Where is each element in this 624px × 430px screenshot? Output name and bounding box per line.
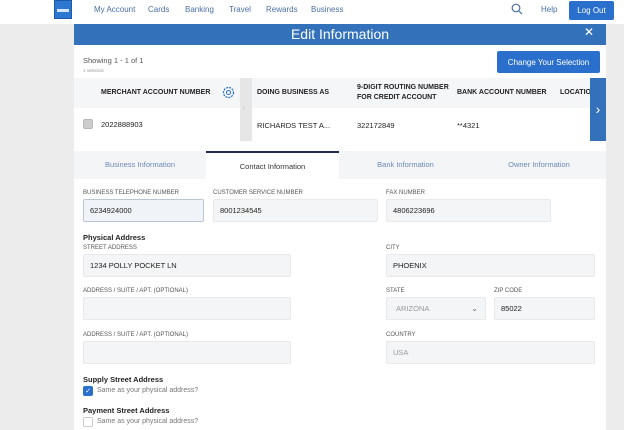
payment-same-checkbox[interactable] — [83, 417, 93, 427]
label-business-phone: BUSINESS TELEPHONE NUMBER — [83, 190, 179, 196]
th-merchant: MERCHANT ACCOUNT NUMBER — [101, 89, 211, 96]
label-street: STREET ADDRESS — [83, 245, 137, 251]
supply-same-checkbox[interactable]: ✓ — [83, 386, 93, 396]
customer-service-input[interactable]: 8001234545 — [213, 199, 378, 222]
payment-address-heading: Payment Street Address — [83, 406, 170, 415]
country-input[interactable]: USA — [386, 341, 595, 364]
state-value: ARIZONA — [396, 304, 430, 313]
chevron-down-icon: ⌄ — [471, 304, 478, 313]
label-city: CITY — [386, 245, 400, 251]
row-checkbox[interactable] — [83, 119, 93, 129]
modal-title: Edit Information — [74, 24, 606, 45]
label-fax: FAX NUMBER — [386, 190, 426, 196]
cell-bank: **4321 — [457, 121, 480, 130]
city-input[interactable]: PHOENIX — [386, 254, 595, 277]
nav-help[interactable]: Help — [541, 5, 557, 14]
fax-input[interactable]: 4806223696 — [386, 199, 551, 222]
label-country: COUNTRY — [386, 332, 416, 338]
state-select[interactable]: ARIZONA ⌄ — [386, 297, 486, 320]
logout-button[interactable]: Log Out — [569, 1, 614, 20]
cell-routing: 322172849 — [357, 121, 395, 130]
close-icon[interactable]: ✕ — [584, 25, 594, 39]
street-address-input[interactable]: 1234 POLLY POCKET LN — [83, 254, 291, 277]
tab-contact-information[interactable]: Contact Information — [206, 151, 339, 179]
business-phone-input[interactable]: 6234924000 — [83, 199, 204, 222]
label-customer-service: CUSTOMER SERVICE NUMBER — [213, 190, 303, 196]
nav-travel[interactable]: Travel — [229, 5, 251, 14]
showing-count: Showing 1 - 1 of 1 — [83, 56, 144, 65]
label-address3: ADDRESS / SUITE / APT. (OPTIONAL) — [83, 332, 189, 338]
supply-address-heading: Supply Street Address — [83, 375, 164, 384]
tab-owner-information[interactable]: Owner Information — [472, 151, 606, 179]
th-bank: BANK ACCOUNT NUMBER — [457, 89, 547, 96]
nav-banking[interactable]: Banking — [185, 5, 214, 14]
label-address2: ADDRESS / SUITE / APT. (OPTIONAL) — [83, 288, 189, 294]
address2-input[interactable] — [83, 297, 291, 320]
change-selection-button[interactable]: Change Your Selection — [497, 51, 600, 73]
search-icon[interactable] — [511, 3, 523, 15]
tab-bank-information[interactable]: Bank Information — [339, 151, 472, 179]
gear-icon[interactable] — [222, 86, 235, 99]
address3-input[interactable] — [83, 341, 291, 364]
nav-my-account[interactable]: My Account — [94, 5, 135, 14]
payment-same-label: Same as your physical address? — [97, 418, 199, 425]
tab-business-information[interactable]: Business Information — [74, 151, 206, 179]
cell-merchant: 2022888903 — [101, 120, 143, 129]
nav-business[interactable]: Business — [311, 5, 343, 14]
label-state: STATE — [386, 288, 405, 294]
nav-cards[interactable]: Cards — [148, 5, 169, 14]
th-location: LOCATION — [560, 89, 590, 96]
th-routing: 9-DIGIT ROUTING NUMBER FOR CREDIT ACCOUN… — [357, 84, 449, 101]
scroll-right-button[interactable]: › — [590, 78, 606, 141]
label-zip: ZIP CODE — [494, 288, 523, 294]
cell-dba: RICHARDS TEST A... — [257, 121, 331, 130]
th-dba: DOING BUSINESS AS — [257, 89, 330, 96]
zip-input[interactable]: 85022 — [494, 297, 595, 320]
amex-logo[interactable] — [54, 0, 72, 19]
scroll-left-button[interactable]: ‹ — [240, 78, 252, 141]
nav-rewards[interactable]: Rewards — [266, 5, 298, 14]
physical-address-heading: Physical Address — [83, 233, 146, 242]
selected-count: 1 selected — [83, 68, 104, 73]
supply-same-label: Same as your physical address? — [97, 387, 199, 394]
